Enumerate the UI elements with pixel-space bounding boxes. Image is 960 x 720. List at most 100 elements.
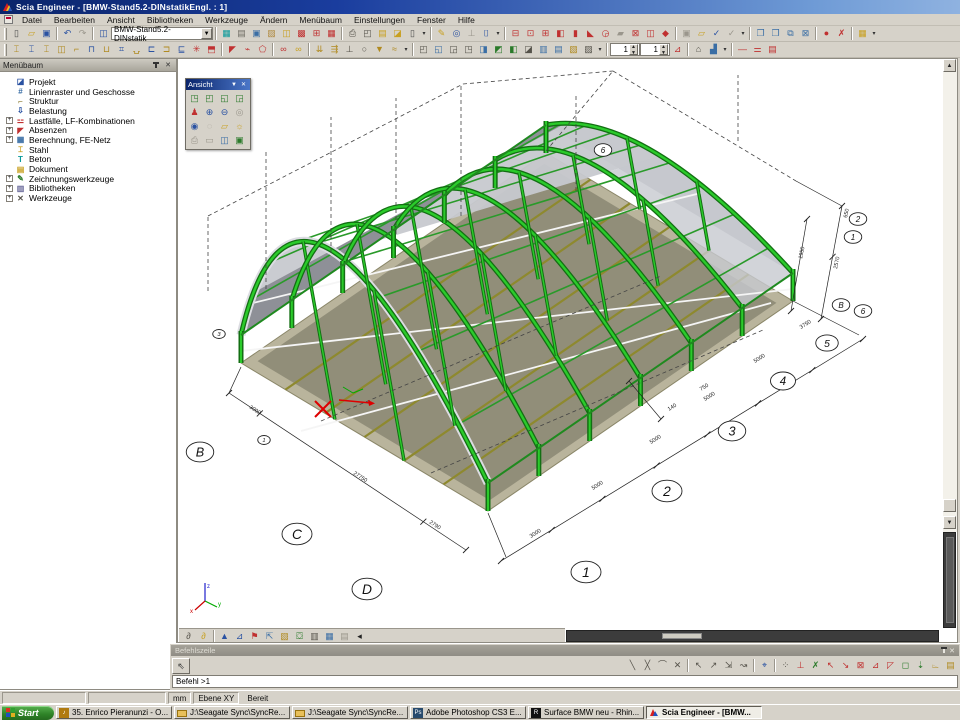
drawing-area[interactable]: 3000277502790300050005000500050003750650… [177, 58, 958, 643]
export-icon[interactable]: ◪ [390, 27, 405, 41]
pin-icon[interactable] [943, 647, 945, 655]
view-persp-icon[interactable]: ◨ [476, 43, 491, 57]
taskbar-task-button[interactable]: PsAdobe Photoshop CS3 E... [410, 706, 526, 719]
load-line-icon[interactable]: ⇶ [327, 43, 342, 57]
snap-perp-icon[interactable]: ⊿ [868, 659, 883, 673]
gallery-icon[interactable]: ▤ [375, 27, 390, 41]
combobox-dropdown-icon[interactable]: ▼ [201, 28, 212, 39]
sidebar-item-dokument[interactable]: ▤Dokument [6, 164, 176, 174]
cross-section-6-icon[interactable]: ⊓ [84, 43, 99, 57]
scroll-up-icon[interactable]: ▲ [943, 59, 956, 72]
menu-item-bearbeiten[interactable]: Bearbeiten [48, 14, 101, 26]
toolbar-more-icon[interactable]: ▾ [402, 43, 410, 57]
doc-view-icon[interactable]: ▤ [337, 630, 352, 644]
calendar-icon[interactable]: ▦ [855, 27, 870, 41]
cross-section-10-icon[interactable]: ⊏ [144, 43, 159, 57]
mesh-view-icon[interactable]: ⛋ [292, 630, 307, 644]
profile-lib-icon[interactable]: ⬒ [204, 43, 219, 57]
pick-edge-icon[interactable]: ↗ [706, 659, 721, 673]
sidebar-item-berechnung-fe-netz[interactable]: +▦Berechnung, FE-Netz [6, 135, 176, 145]
print-icon[interactable]: ⎙ [345, 27, 360, 41]
snap-tangent-icon[interactable]: ◸ [883, 659, 898, 673]
undo-icon[interactable]: ↶ [60, 27, 75, 41]
snap-points-icon[interactable]: ∞ [276, 43, 291, 57]
active-document-icon[interactable] [4, 15, 13, 24]
view-palette-titlebar[interactable]: Ansicht ▼ ✕ [186, 79, 250, 90]
view-axo-icon[interactable]: ◳ [461, 43, 476, 57]
node-icon[interactable]: ◤ [225, 43, 240, 57]
wall-icon[interactable]: ◧ [553, 27, 568, 41]
sidebar-item-stahl[interactable]: ⌶Stahl [6, 145, 176, 155]
tree-expand-icon[interactable]: + [6, 195, 13, 202]
clip-back-icon[interactable]: ∂ [196, 630, 211, 644]
tree-expand-icon[interactable]: + [6, 117, 13, 124]
tree-expand-icon[interactable]: + [6, 127, 13, 134]
stamp-icon[interactable]: ✎ [434, 27, 449, 41]
snap-cursor-icon[interactable]: ⌖ [757, 659, 772, 673]
sidebar-item-bibliotheken[interactable]: +▥Bibliotheken [6, 184, 176, 194]
horizontal-scrollbar-dark[interactable] [566, 630, 939, 642]
toolbar-more-icon[interactable]: ▾ [494, 27, 502, 41]
picture-view-icon[interactable]: ▣ [232, 133, 247, 147]
sidebar-item-struktur[interactable]: ⌐Struktur [6, 96, 176, 106]
menu-item-einstellungen[interactable]: Einstellungen [348, 14, 411, 26]
line-grid-icon[interactable]: — [735, 43, 750, 57]
open-icon[interactable]: ▱ [24, 27, 39, 41]
sidebar-item-beton[interactable]: TBeton [6, 155, 176, 165]
cross-section-8-icon[interactable]: ⌗ [114, 43, 129, 57]
column-icon[interactable]: ⊡ [523, 27, 538, 41]
snap-node-icon[interactable]: ↘ [838, 659, 853, 673]
sidebar-item-zeichnungswerkzeuge[interactable]: +✎Zeichnungswerkzeuge [6, 174, 176, 184]
scroll-down-icon[interactable]: ▼ [943, 516, 956, 529]
taskbar-task-button[interactable]: J:\Seagate Sync\SyncRe... [292, 706, 408, 719]
scrollbar-thumb[interactable] [943, 499, 956, 512]
status-units[interactable]: mm [168, 692, 191, 704]
results-icon[interactable]: ▤ [234, 27, 249, 41]
member-list-icon[interactable]: ◫ [643, 27, 658, 41]
temperature-icon[interactable]: ≈ [387, 43, 402, 57]
start-button[interactable]: Start [2, 706, 54, 720]
hatch-icon[interactable]: ✳ [189, 43, 204, 57]
arbitrary-member-icon[interactable]: ◶ [598, 27, 613, 41]
view-axo-4-icon[interactable]: ◲ [232, 91, 247, 105]
toolbar-more-icon[interactable]: ▾ [739, 27, 747, 41]
pin-icon[interactable] [151, 60, 161, 70]
clean-icon[interactable]: ✗ [834, 27, 849, 41]
document-icon[interactable]: ▯ [405, 27, 420, 41]
draw-delete-icon[interactable]: ✕ [670, 659, 685, 673]
sidebar-item-absenzen[interactable]: +◤Absenzen [6, 125, 176, 135]
menu-item-ansicht[interactable]: Ansicht [101, 14, 141, 26]
fit-view-icon[interactable]: ⌂ [691, 43, 706, 57]
visibility-icon[interactable]: ● [819, 27, 834, 41]
hinge-icon[interactable]: ○ [357, 43, 372, 57]
close-icon[interactable]: ✕ [239, 81, 248, 88]
snap-ortho-icon[interactable]: ⊥ [793, 659, 808, 673]
close-icon[interactable]: ✕ [949, 647, 955, 655]
plate-icon[interactable]: ⊞ [538, 27, 553, 41]
menu-item-hilfe[interactable]: Hilfe [452, 14, 481, 26]
snap-end-icon[interactable]: ↖ [823, 659, 838, 673]
toolbar-more-icon[interactable]: ▾ [721, 43, 729, 57]
zoom-in-icon[interactable]: ⊕ [202, 105, 217, 119]
command-line-header[interactable]: Befehlszeile ✕ [171, 645, 959, 656]
graph-icon[interactable]: ⊿ [232, 630, 247, 644]
opening-icon[interactable]: ▰ [613, 27, 628, 41]
activity-icon[interactable]: ⊿ [670, 43, 685, 57]
new-document-icon[interactable]: ▯ [9, 27, 24, 41]
chevron-down-icon[interactable]: ▼ [229, 82, 239, 88]
cross-section-4-icon[interactable]: ◫ [54, 43, 69, 57]
layer-select-icon[interactable]: ▟ [706, 43, 721, 57]
tree-expand-icon[interactable]: + [6, 185, 13, 192]
tree-expand-icon[interactable]: + [6, 175, 13, 182]
project-combobox[interactable]: BMW-Stand5.2-DINstatik ▼ [111, 27, 213, 40]
close-window-icon[interactable]: ⊠ [798, 27, 813, 41]
pick-face-icon[interactable]: ⇲ [721, 659, 736, 673]
snap-grid-icon[interactable]: ⁘ [778, 659, 793, 673]
zoom-out-icon[interactable]: ⊖ [217, 105, 232, 119]
table-icon[interactable]: ▦ [324, 27, 339, 41]
taskbar-task-button[interactable]: Scia Engineer - [BMW... [646, 706, 762, 719]
clipboard-icon[interactable]: ◫ [279, 27, 294, 41]
menu-item-menübaum[interactable]: Menübaum [293, 14, 348, 26]
snap-int-icon[interactable]: ⊠ [853, 659, 868, 673]
status-plane[interactable]: Ebene XY [193, 692, 239, 704]
